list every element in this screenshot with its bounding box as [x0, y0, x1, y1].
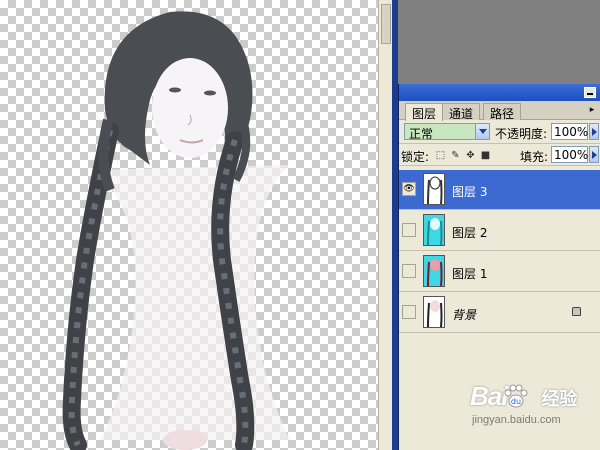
- watermark-url: jingyan.baidu.com: [472, 414, 561, 426]
- visibility-toggle[interactable]: [402, 305, 416, 319]
- lock-row: 锁定: ⬚ ✎ ✥ ■ 填充: 100%: [399, 144, 600, 166]
- layer-row-1[interactable]: 图层 1: [399, 252, 600, 292]
- visibility-toggle[interactable]: [402, 223, 416, 237]
- lock-icon: [572, 307, 581, 316]
- workspace-background: [398, 0, 600, 84]
- fill-input[interactable]: 100%: [551, 146, 588, 163]
- watermark-suffix: 经验: [541, 389, 578, 409]
- layer-thumbnail: [423, 173, 445, 205]
- document-canvas[interactable]: [0, 0, 378, 450]
- fill-slider-button[interactable]: [589, 146, 599, 163]
- layer-name: 背景: [452, 308, 477, 322]
- layer-list: 👁 图层 3 图层 2 图层 1 背景: [399, 170, 600, 334]
- minimize-icon[interactable]: [584, 87, 596, 98]
- opacity-label: 不透明度:: [495, 127, 548, 141]
- portrait-image: [62, 11, 290, 450]
- layer-thumbnail: [423, 214, 445, 246]
- blend-mode-value: 正常: [409, 127, 434, 141]
- lock-pixels-icon[interactable]: ✎: [450, 150, 461, 161]
- fill-label: 填充:: [520, 150, 549, 164]
- lock-label: 锁定:: [401, 150, 430, 164]
- layer-name: 图层 3: [452, 185, 488, 199]
- eye-icon[interactable]: 👁: [402, 182, 416, 196]
- tab-layers[interactable]: 图层: [405, 103, 444, 121]
- tab-paths[interactable]: 路径: [483, 103, 522, 121]
- opacity-input[interactable]: 100%: [551, 123, 588, 140]
- blend-mode-select[interactable]: 正常: [404, 123, 490, 141]
- opacity-slider-button[interactable]: [589, 123, 599, 140]
- watermark-logo: Bai: [470, 381, 508, 411]
- visibility-toggle[interactable]: [402, 264, 416, 278]
- canvas-vertical-scrollbar[interactable]: [378, 0, 392, 450]
- paw-icon: du: [504, 384, 528, 408]
- blend-row: 正常 不透明度: 100%: [399, 120, 600, 144]
- scroll-thumb[interactable]: [381, 4, 391, 44]
- panel-tabs: 图层 通道 路径 ▸: [399, 101, 600, 121]
- lock-all-icon[interactable]: ■: [480, 150, 491, 161]
- chevron-down-icon[interactable]: [475, 124, 489, 139]
- layer-row-2[interactable]: 图层 2: [399, 211, 600, 251]
- svg-text:du: du: [511, 397, 521, 406]
- layer-name: 图层 2: [452, 226, 488, 240]
- tab-channels[interactable]: 通道: [442, 103, 481, 121]
- layer-thumbnail: [423, 296, 445, 328]
- lock-transparency-icon[interactable]: ⬚: [435, 150, 446, 161]
- layer-thumbnail: [423, 255, 445, 287]
- layer-name: 图层 1: [452, 267, 488, 281]
- layer-row-3[interactable]: 👁 图层 3: [399, 170, 600, 210]
- panel-titlebar[interactable]: [399, 84, 600, 101]
- layer-row-background[interactable]: 背景: [399, 293, 600, 333]
- lock-position-icon[interactable]: ✥: [465, 150, 476, 161]
- panel-menu-icon[interactable]: ▸: [587, 105, 597, 115]
